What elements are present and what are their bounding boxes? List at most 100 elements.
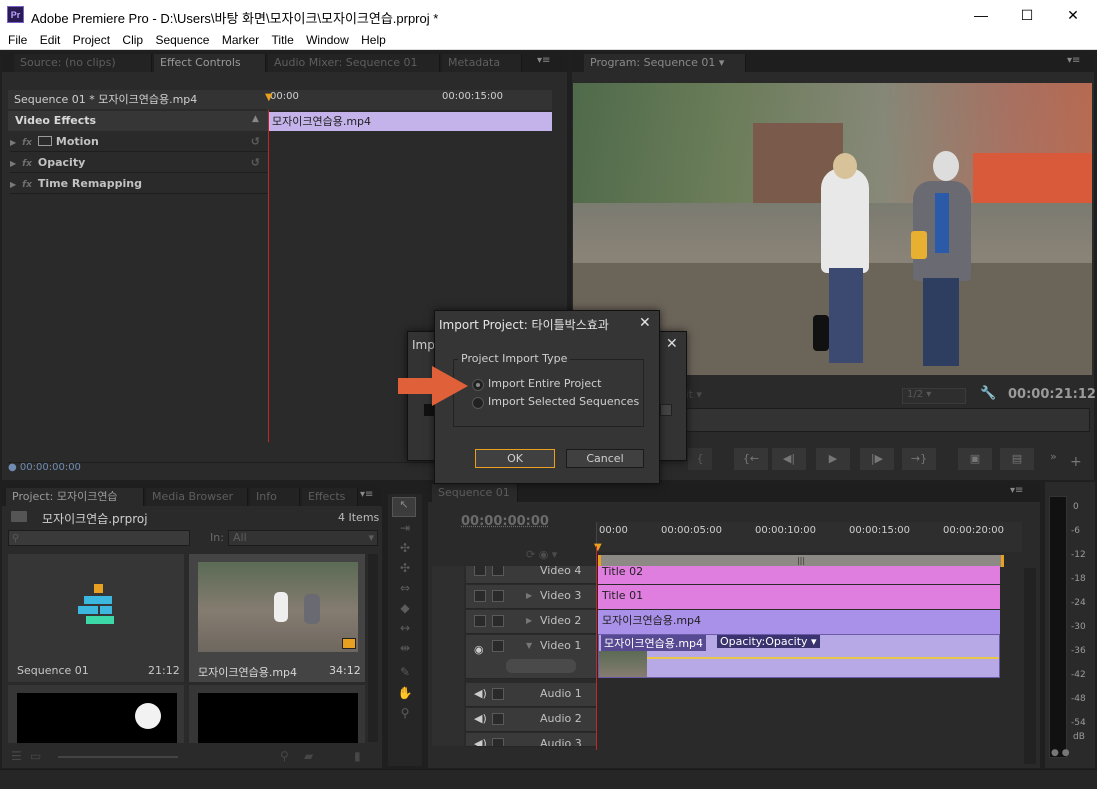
track-lock-toggle[interactable]: [492, 640, 504, 652]
maximize-button[interactable]: ☐: [1004, 0, 1050, 31]
delete-icon[interactable]: ▮: [354, 749, 361, 763]
track-lock-toggle[interactable]: [492, 590, 504, 602]
menu-sequence[interactable]: Sequence: [147, 31, 215, 47]
panel-menu-icon[interactable]: ▾≡: [360, 489, 373, 500]
fx-icon[interactable]: fx: [22, 180, 32, 190]
playhead-marker-icon[interactable]: ▼: [265, 92, 273, 103]
more-controls-button[interactable]: »: [1050, 450, 1057, 463]
project-item-title-01[interactable]: [8, 685, 184, 743]
expand-triangle-icon[interactable]: ▶: [10, 138, 16, 147]
effect-timeline-ruler[interactable]: 00:00 00:00:15:00: [266, 90, 552, 110]
timeline-scrollbar[interactable]: [1024, 568, 1036, 764]
expand-triangle-icon[interactable]: ▶: [10, 159, 16, 168]
zoom-tool-icon[interactable]: ⚲: [395, 706, 415, 724]
go-to-out-button[interactable]: →}: [902, 448, 936, 470]
tab-info[interactable]: Info: [250, 488, 300, 506]
track-lock-toggle[interactable]: [492, 566, 504, 576]
mark-in-button[interactable]: {: [688, 448, 712, 470]
close-icon[interactable]: ✕: [666, 336, 678, 352]
track-select-tool-icon[interactable]: ⇥: [395, 521, 415, 539]
search-input[interactable]: ⚲: [8, 530, 190, 546]
menu-help[interactable]: Help: [353, 31, 392, 47]
close-button[interactable]: ✕: [1050, 0, 1096, 31]
go-to-in-button[interactable]: {←: [734, 448, 768, 470]
tab-audio-mixer[interactable]: Audio Mixer: Sequence 01: [268, 54, 440, 72]
extract-button[interactable]: ▤: [1000, 448, 1034, 470]
add-button[interactable]: +: [1070, 454, 1082, 470]
icon-view-icon[interactable]: ▭: [30, 749, 41, 763]
snap-icon[interactable]: ⟳ ◉ ▾: [526, 548, 557, 561]
track-video-4[interactable]: Video 4: [466, 566, 596, 584]
tab-project[interactable]: Project: 모자이크연습: [6, 488, 144, 506]
clip-video-2[interactable]: 모자이크연습용.mp4: [598, 610, 1000, 634]
selection-tool-icon[interactable]: ↖: [392, 497, 416, 517]
cancel-button[interactable]: Cancel: [566, 449, 644, 468]
effect-row-opacity[interactable]: ▶ fx Opacity ↺: [10, 153, 268, 173]
wrench-icon[interactable]: 🔧: [980, 386, 996, 401]
clip-title-01[interactable]: Title 01: [598, 585, 1000, 609]
tab-source[interactable]: Source: (no clips): [14, 54, 152, 72]
solo-buttons[interactable]: ● ●: [1051, 748, 1070, 758]
collapse-icon[interactable]: ▲: [252, 114, 259, 124]
menu-title[interactable]: Title: [264, 31, 300, 47]
play-button[interactable]: ▶: [816, 448, 850, 470]
expand-triangle-icon[interactable]: ▶: [526, 585, 532, 607]
opacity-rubber-band[interactable]: [647, 657, 999, 659]
menu-project[interactable]: Project: [65, 31, 116, 47]
ok-button[interactable]: OK: [475, 449, 555, 468]
close-icon[interactable]: ✕: [639, 315, 651, 331]
option-import-selected-label[interactable]: Import Selected Sequences: [488, 395, 639, 408]
project-item-title-02[interactable]: [189, 685, 365, 743]
razor-tool-icon[interactable]: ◆: [395, 601, 415, 619]
speaker-icon[interactable]: ◀): [474, 683, 487, 705]
pen-tool-icon[interactable]: ✎: [395, 665, 415, 683]
lift-button[interactable]: ▣: [958, 448, 992, 470]
slide-tool-icon[interactable]: ⇹: [395, 641, 415, 659]
project-scrollbar[interactable]: [368, 554, 378, 742]
panel-menu-icon[interactable]: ▾≡: [1067, 55, 1080, 66]
track-video-3[interactable]: ▶ Video 3: [466, 585, 596, 609]
panel-menu-icon[interactable]: ▾≡: [537, 55, 550, 66]
resolution-select[interactable]: 1/2 ▾: [902, 388, 966, 404]
expand-triangle-icon[interactable]: ▶: [10, 180, 16, 189]
reset-icon[interactable]: ↺: [251, 132, 260, 152]
menu-marker[interactable]: Marker: [214, 31, 265, 47]
tab-sequence-01[interactable]: Sequence 01: [432, 484, 518, 502]
new-bin-icon[interactable]: ▰: [304, 749, 313, 763]
list-view-icon[interactable]: ☰: [11, 749, 22, 763]
project-item-clip[interactable]: 모자이크연습용.mp4 34:12: [189, 554, 365, 682]
effect-row-time-remapping[interactable]: ▶ fx Time Remapping: [10, 174, 268, 194]
panel-menu-icon[interactable]: ▾≡: [1010, 485, 1023, 496]
reset-icon[interactable]: ↺: [251, 153, 260, 173]
tab-metadata[interactable]: Metadata: [442, 54, 522, 72]
menu-file[interactable]: File: [0, 31, 33, 47]
menu-window[interactable]: Window: [298, 31, 355, 47]
track-audio-1[interactable]: ◀) Audio 1: [466, 683, 596, 707]
effect-row-motion[interactable]: ▶ fx Motion ↺: [10, 132, 268, 152]
track-lock-toggle[interactable]: [492, 738, 504, 746]
radio-import-entire[interactable]: [472, 379, 484, 391]
timeline-timecode[interactable]: 00:00:00:00: [461, 514, 549, 529]
opacity-effect-menu[interactable]: Opacity:Opacity ▾: [717, 635, 820, 648]
tab-effect-controls[interactable]: Effect Controls: [154, 54, 266, 72]
clip-video-1[interactable]: 모자이크연습용.mp4 Opacity:Opacity ▾: [598, 634, 1000, 678]
radio-import-selected[interactable]: [472, 397, 484, 409]
menu-clip[interactable]: Clip: [114, 31, 149, 47]
track-lock-toggle[interactable]: [492, 615, 504, 627]
tab-effects[interactable]: Effects: [302, 488, 358, 506]
speaker-icon[interactable]: ◀): [474, 708, 487, 730]
rate-stretch-tool-icon[interactable]: ⇔: [395, 581, 415, 599]
tab-media-browser[interactable]: Media Browser: [146, 488, 248, 506]
clip-title-02[interactable]: Title 02: [598, 566, 1000, 584]
fx-icon[interactable]: fx: [22, 138, 32, 148]
step-back-button[interactable]: ◀|: [772, 448, 806, 470]
option-import-entire-label[interactable]: Import Entire Project: [488, 377, 601, 390]
find-icon[interactable]: ⚲: [280, 749, 289, 763]
in-filter-select[interactable]: All ▾: [228, 530, 378, 546]
eye-icon[interactable]: ◉: [474, 639, 484, 661]
menu-edit[interactable]: Edit: [32, 31, 67, 47]
track-audio-2[interactable]: ◀) Audio 2: [466, 708, 596, 732]
track-video-1[interactable]: ◉ ▼ Video 1: [466, 635, 596, 679]
keyframe-navigator[interactable]: [506, 659, 576, 673]
track-video-2[interactable]: ▶ Video 2: [466, 610, 596, 634]
